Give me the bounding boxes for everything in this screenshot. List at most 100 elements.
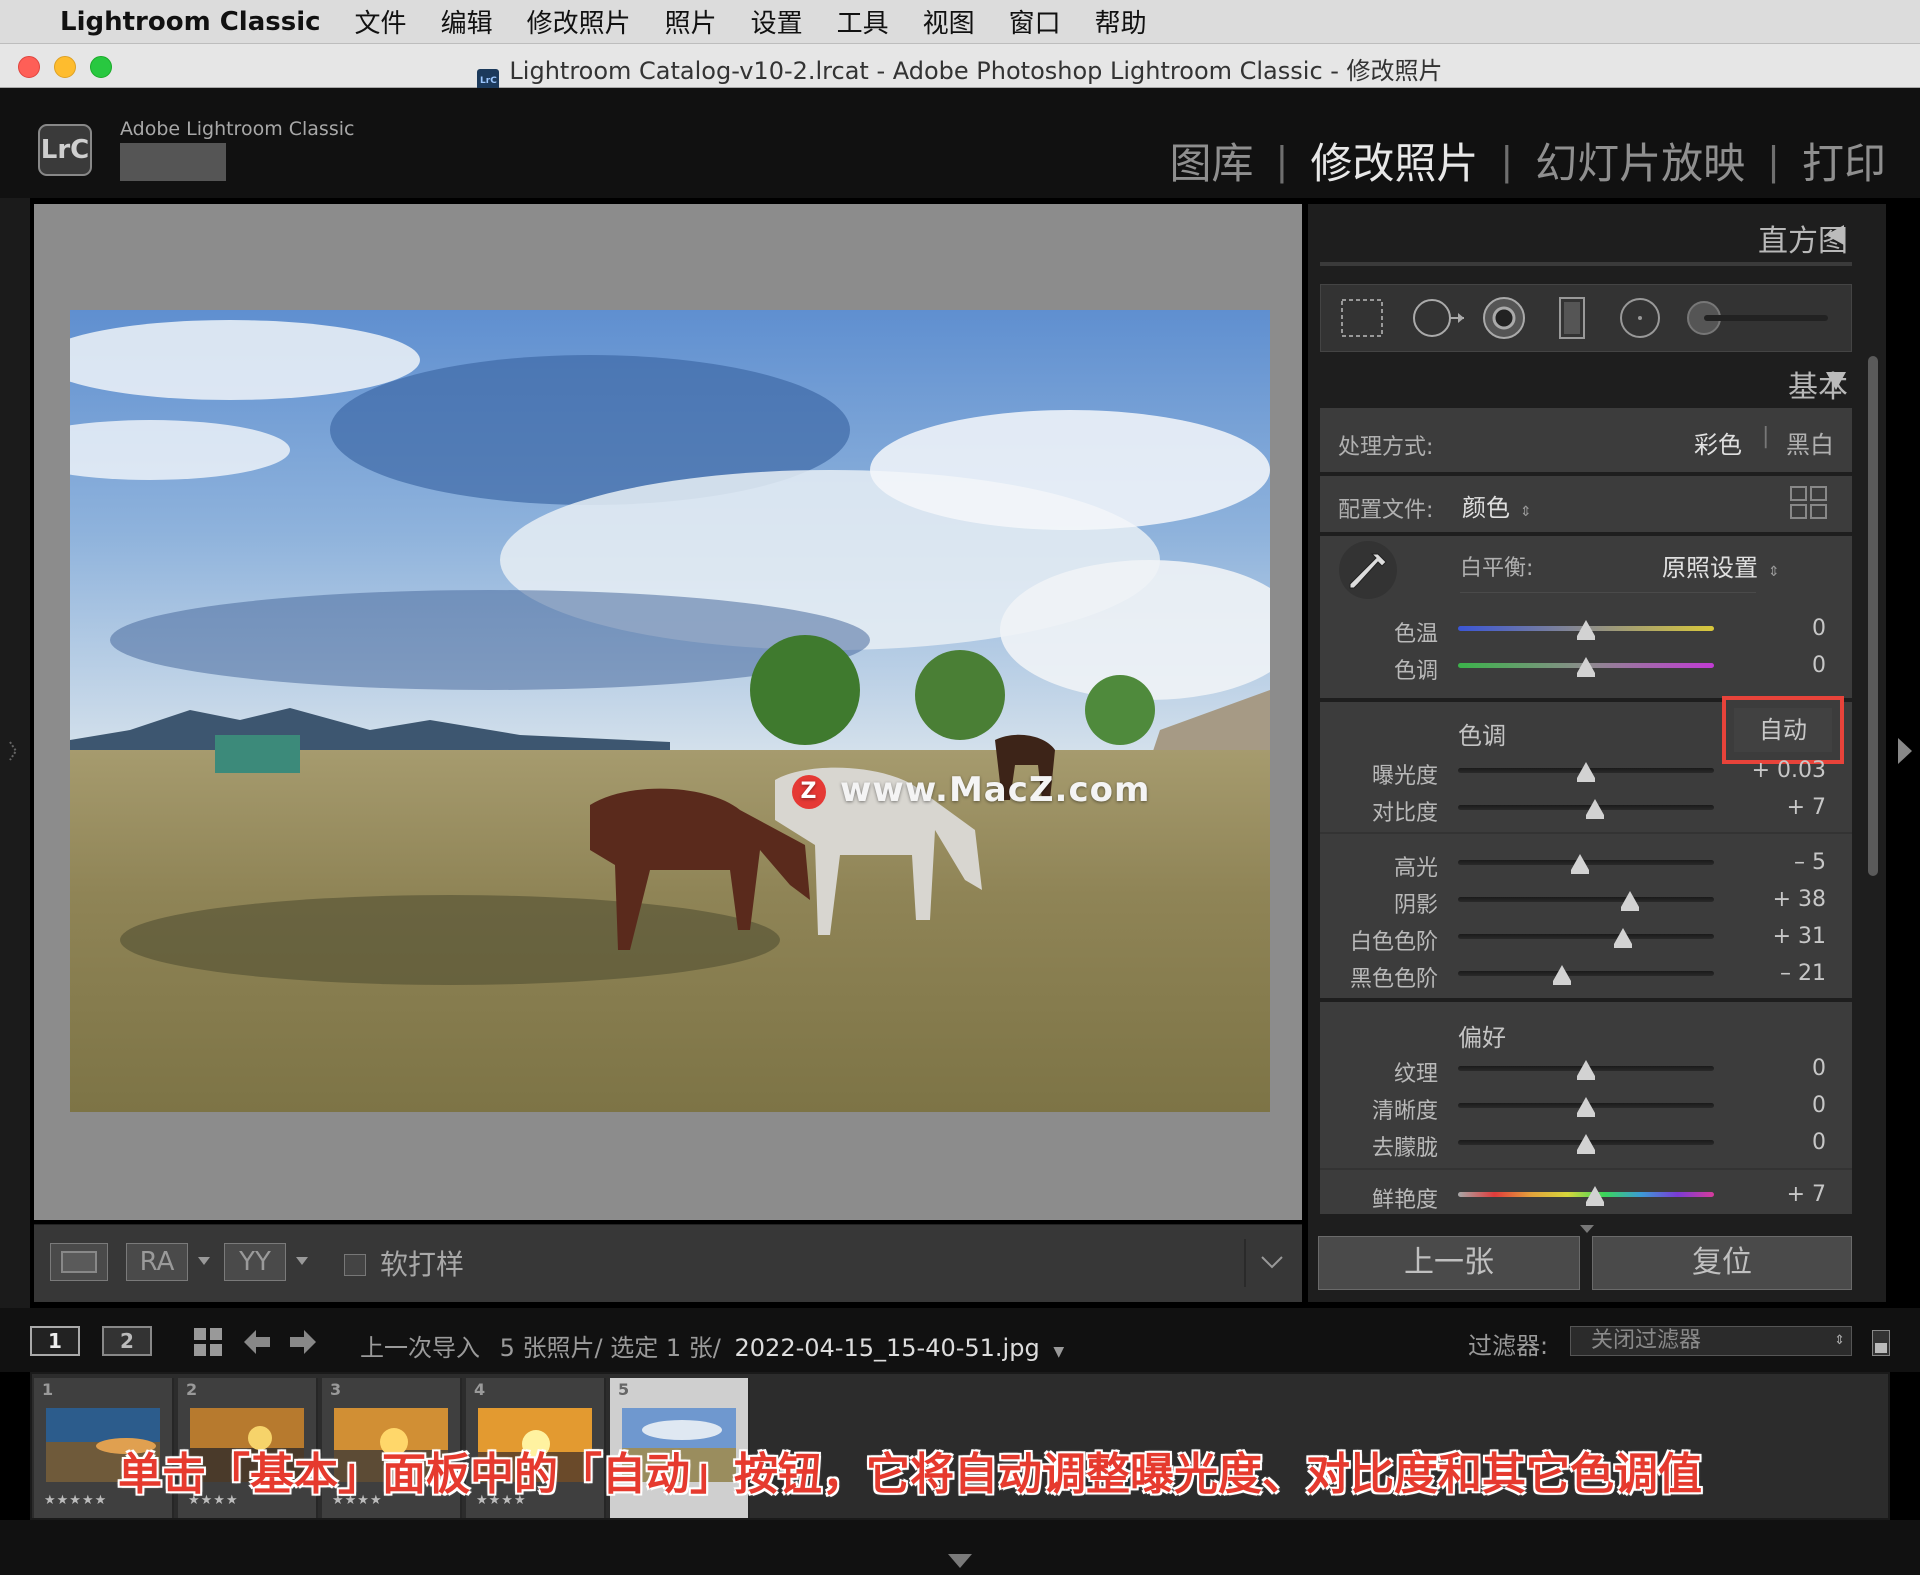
- wb-dropdown[interactable]: 原照设置 ⇕: [1662, 548, 1780, 583]
- slider-value[interactable]: – 5: [1736, 850, 1826, 875]
- slider-thumb[interactable]: [1620, 891, 1639, 911]
- slider-thumb[interactable]: [1577, 1060, 1595, 1080]
- histogram-collapse-icon[interactable]: [1826, 225, 1844, 245]
- soft-proofing-toggle[interactable]: 软打样: [344, 1243, 464, 1283]
- slider-value[interactable]: – 21: [1736, 961, 1826, 986]
- slider-thumb[interactable]: [1552, 965, 1571, 985]
- main-photo-horses[interactable]: [70, 310, 1270, 1112]
- wb-label: 白平衡:: [1460, 556, 1534, 581]
- chevron-down-icon[interactable]: [198, 1257, 210, 1265]
- auto-tone-button[interactable]: 自动: [1734, 708, 1832, 752]
- slider-thumb[interactable]: [1577, 1134, 1595, 1154]
- filter-dropdown[interactable]: 关闭过滤器 ⇕: [1570, 1326, 1852, 1356]
- filmstrip-source[interactable]: 上一次导入 5 张照片/ 选定 1 张/ 2022-04-15_15-40-51…: [360, 1328, 1064, 1363]
- grid-view-icon[interactable]: [194, 1328, 222, 1356]
- secondary-window-button[interactable]: 2: [102, 1326, 152, 1356]
- forward-arrow-icon[interactable]: [290, 1330, 316, 1354]
- slider-label: 去朦胧: [1371, 1136, 1438, 1161]
- slider-value[interactable]: + 0.03: [1736, 758, 1826, 783]
- collapse-filmstrip-icon[interactable]: [948, 1554, 972, 1568]
- menu-file[interactable]: 文件: [355, 3, 407, 40]
- treatment-color-option[interactable]: 彩色: [1694, 425, 1742, 460]
- right-panel-scrollbar[interactable]: [1868, 356, 1878, 876]
- slider-thumb[interactable]: [1577, 620, 1595, 640]
- radial-filter-icon[interactable]: [1616, 294, 1664, 342]
- previous-button[interactable]: 上一张: [1318, 1236, 1580, 1290]
- chevron-down-icon: ▼: [1053, 1344, 1065, 1360]
- expand-left-panel-icon[interactable]: [8, 740, 18, 762]
- watermark: Zwww.MacZ.com: [792, 770, 1150, 810]
- before-after-yy-button[interactable]: YY: [224, 1243, 286, 1281]
- module-print[interactable]: 打印: [1802, 130, 1886, 191]
- menu-window[interactable]: 窗口: [1009, 3, 1061, 40]
- module-slideshow[interactable]: 幻灯片放映: [1535, 130, 1745, 191]
- slider-thumb[interactable]: [1577, 762, 1595, 782]
- slider-thumb[interactable]: [1585, 1186, 1604, 1206]
- before-after-ra-button[interactable]: RA: [126, 1243, 188, 1281]
- develop-toolbar: RA YY 软打样: [34, 1224, 1302, 1302]
- expand-right-panel-icon[interactable]: [1898, 738, 1912, 764]
- slider-thumb[interactable]: [1614, 928, 1633, 948]
- module-develop[interactable]: 修改照片: [1310, 130, 1478, 191]
- toolbar-menu-chevron-icon[interactable]: [1260, 1255, 1284, 1269]
- loupe-view-button[interactable]: [50, 1243, 108, 1281]
- back-arrow-icon[interactable]: [244, 1330, 270, 1354]
- slider-value[interactable]: + 7: [1736, 1182, 1826, 1207]
- slider-value[interactable]: + 38: [1736, 887, 1826, 912]
- menu-tools[interactable]: 工具: [837, 3, 889, 40]
- eyedropper-icon[interactable]: [1338, 540, 1398, 604]
- menu-help[interactable]: 帮助: [1095, 3, 1147, 40]
- slider-value[interactable]: 0: [1736, 1093, 1826, 1118]
- filter-lock-icon[interactable]: [1872, 1330, 1890, 1356]
- slider-track[interactable]: [1458, 934, 1714, 939]
- module-library[interactable]: 图库: [1170, 130, 1254, 191]
- slider-value[interactable]: 0: [1736, 616, 1826, 641]
- profile-dropdown[interactable]: 颜色 ⇕: [1462, 488, 1532, 523]
- basic-panel-collapse-icon[interactable]: [1826, 372, 1846, 390]
- treatment-bw-option[interactable]: 黑白: [1786, 425, 1834, 460]
- app-menu[interactable]: Lightroom Classic: [60, 7, 321, 37]
- menu-develop[interactable]: 修改照片: [527, 3, 631, 40]
- slider-value[interactable]: + 7: [1736, 795, 1826, 820]
- graduated-filter-icon[interactable]: [1550, 294, 1594, 342]
- slider-value[interactable]: 0: [1736, 1056, 1826, 1081]
- watermark-text: www.MacZ.com: [840, 770, 1151, 810]
- slider-label: 高光: [1393, 856, 1438, 881]
- menu-settings[interactable]: 设置: [751, 3, 803, 40]
- crop-tool-icon[interactable]: [1338, 296, 1386, 340]
- menu-view[interactable]: 视图: [923, 3, 975, 40]
- spot-removal-icon[interactable]: [1410, 294, 1466, 342]
- identity-plate: [120, 143, 226, 181]
- menu-edit[interactable]: 编辑: [441, 3, 493, 40]
- chevron-down-icon[interactable]: [296, 1257, 308, 1265]
- slider-label: 对比度: [1371, 801, 1438, 826]
- slider-label: 鲜艳度: [1371, 1188, 1438, 1213]
- presence-title: 偏好: [1458, 1024, 1506, 1052]
- slider-thumb[interactable]: [1570, 854, 1589, 874]
- menu-photo[interactable]: 照片: [665, 3, 717, 40]
- slider-label: 曝光度: [1371, 764, 1438, 789]
- slider-thumb[interactable]: [1577, 1097, 1595, 1117]
- filter-label: 过滤器:: [1468, 1332, 1549, 1360]
- slider-thumb[interactable]: [1585, 799, 1604, 819]
- profile-browser-grid-icon[interactable]: [1790, 486, 1828, 520]
- slider-label: 清晰度: [1371, 1099, 1438, 1124]
- reset-button[interactable]: 复位: [1592, 1236, 1852, 1290]
- slider-track[interactable]: [1458, 971, 1714, 976]
- soft-proofing-checkbox[interactable]: [344, 1254, 366, 1276]
- treatment-label: 处理方式:: [1338, 435, 1434, 460]
- slider-value[interactable]: 0: [1736, 1130, 1826, 1155]
- slider-label: 纹理: [1393, 1062, 1438, 1087]
- slider-value[interactable]: 0: [1736, 653, 1826, 678]
- adjustment-brush-icon[interactable]: [1684, 298, 1834, 338]
- slider-thumb[interactable]: [1577, 657, 1595, 677]
- slider-label: 色温: [1393, 622, 1438, 647]
- primary-window-button[interactable]: 1: [30, 1326, 80, 1356]
- slider-value[interactable]: + 31: [1736, 924, 1826, 949]
- slider-track[interactable]: [1458, 897, 1714, 902]
- panel-scroll-down-icon[interactable]: [1580, 1225, 1594, 1233]
- red-eye-icon[interactable]: [1480, 294, 1528, 342]
- watermark-badge: Z: [792, 775, 826, 809]
- window-title-bar: LrC Lightroom Catalog-v10-2.lrcat - Adobe…: [0, 44, 1920, 93]
- slider-label: 阴影: [1393, 893, 1438, 918]
